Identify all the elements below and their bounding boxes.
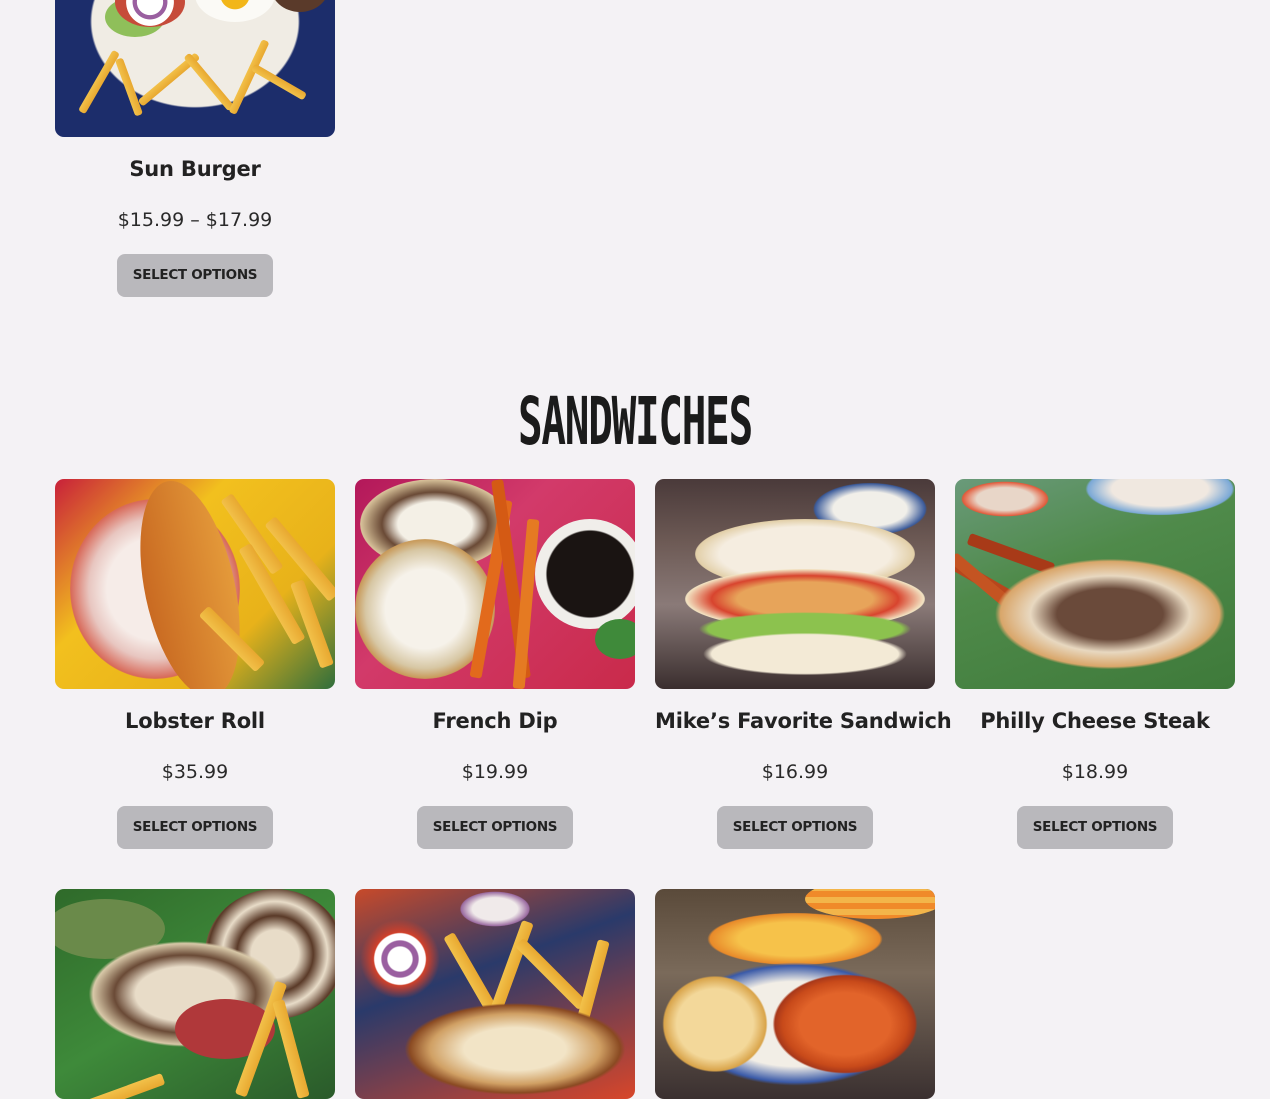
product-card-french-dip[interactable]: French Dip $19.99 SELECT OPTIONS xyxy=(355,479,635,849)
product-card-buffalo-chicken[interactable] xyxy=(655,889,935,1099)
product-name[interactable]: Sun Burger xyxy=(55,157,335,181)
product-image-lobster-roll[interactable] xyxy=(55,479,335,689)
select-options-button[interactable]: SELECT OPTIONS xyxy=(417,806,573,849)
product-image-mikes-favorite-sandwich[interactable] xyxy=(655,479,935,689)
select-options-button[interactable]: SELECT OPTIONS xyxy=(1017,806,1173,849)
product-image-philly-cheese-steak[interactable] xyxy=(955,479,1235,689)
product-price: $19.99 xyxy=(461,761,529,783)
select-options-button[interactable]: SELECT OPTIONS xyxy=(117,254,273,297)
product-price: $18.99 xyxy=(1061,761,1129,783)
product-image-reuben[interactable] xyxy=(55,889,335,1099)
product-price: $35.99 xyxy=(161,761,229,783)
product-image-french-dip[interactable] xyxy=(355,479,635,689)
product-name[interactable]: Mike’s Favorite Sandwich xyxy=(655,709,952,733)
product-card-sun-burger[interactable]: Sun Burger $15.99 – $17.99 SELECT OPTION… xyxy=(55,0,335,297)
product-card-reuben[interactable] xyxy=(55,889,335,1099)
product-image-chicken-plate[interactable] xyxy=(355,889,635,1099)
product-name[interactable]: Lobster Roll xyxy=(55,709,335,733)
product-price: $16.99 xyxy=(761,761,829,783)
section-title: SANDWICHES xyxy=(518,383,753,460)
product-name[interactable]: Philly Cheese Steak xyxy=(955,709,1235,733)
product-image-buffalo-chicken[interactable] xyxy=(655,889,935,1099)
product-name[interactable]: French Dip xyxy=(355,709,635,733)
product-card-lobster-roll[interactable]: Lobster Roll $35.99 SELECT OPTIONS xyxy=(55,479,335,849)
product-card-philly-cheese-steak[interactable]: Philly Cheese Steak $18.99 SELECT OPTION… xyxy=(955,479,1235,849)
product-card-mikes-favorite-sandwich[interactable]: Mike’s Favorite Sandwich $16.99 SELECT O… xyxy=(655,479,952,849)
select-options-button[interactable]: SELECT OPTIONS xyxy=(117,806,273,849)
product-image-sun-burger[interactable] xyxy=(55,0,335,137)
product-card-chicken-plate[interactable] xyxy=(355,889,635,1099)
product-price: $15.99 – $17.99 xyxy=(117,209,273,231)
select-options-button[interactable]: SELECT OPTIONS xyxy=(717,806,873,849)
